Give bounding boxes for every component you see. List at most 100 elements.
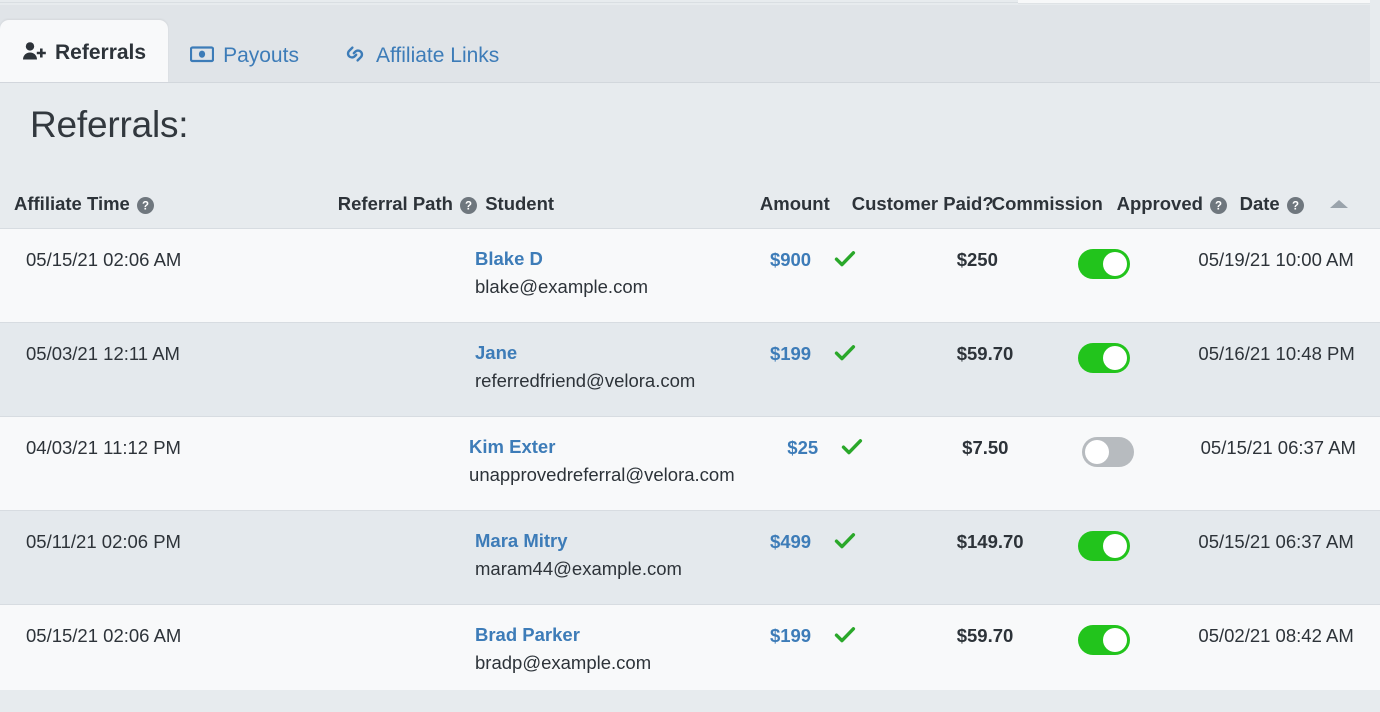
column-header-date[interactable]: Date ?	[1240, 193, 1330, 215]
table-row[interactable]: 05/03/21 12:11 AM Jane referredfriend@ve…	[0, 323, 1380, 417]
cell-amount: $199	[726, 605, 811, 647]
column-header-referral-path[interactable]: Referral Path ?	[338, 193, 485, 215]
column-header-commission-label: Commission	[991, 193, 1103, 214]
column-header-referral-path-label: Referral Path	[337, 193, 453, 214]
column-header-affiliate-time-label: Affiliate Time	[14, 193, 130, 214]
column-header-customer-paid[interactable]: Customer Paid?	[830, 193, 994, 215]
cell-affiliate-time: 05/15/21 02:06 AM	[26, 625, 182, 646]
table-row[interactable]: 05/15/21 02:06 AM Brad Parker bradp@exam…	[0, 605, 1380, 699]
help-icon[interactable]: ?	[1209, 196, 1227, 214]
student-name-link[interactable]: Mara Mitry	[475, 531, 726, 551]
table-row[interactable]: 04/03/21 11:12 PM Kim Exter unapprovedre…	[0, 417, 1380, 511]
column-header-affiliate-time[interactable]: Affiliate Time ?	[0, 193, 338, 215]
toggle-knob	[1085, 440, 1110, 464]
cell-approved	[1078, 605, 1198, 655]
cell-approved	[1078, 511, 1198, 561]
check-icon	[834, 249, 856, 269]
approved-toggle[interactable]	[1078, 249, 1131, 279]
amount-link[interactable]: $199	[770, 343, 811, 364]
student-name-link[interactable]: Brad Parker	[475, 625, 726, 645]
help-icon[interactable]: ?	[136, 196, 154, 214]
cell-customer-paid	[811, 511, 957, 556]
column-header-amount[interactable]: Amount	[743, 193, 830, 215]
cell-affiliate-time: 05/11/21 02:06 PM	[26, 531, 181, 552]
cell-amount: $25	[735, 417, 818, 459]
approved-toggle[interactable]	[1078, 625, 1131, 655]
commission-value: $59.70	[956, 625, 1014, 646]
student-email: blake@example.com	[475, 276, 649, 298]
cell-approved	[1078, 323, 1198, 373]
svg-text:?: ?	[465, 200, 472, 212]
cell-referral-path	[331, 605, 475, 625]
amount-link[interactable]: $25	[787, 437, 818, 458]
commission-value: $250	[956, 249, 998, 270]
cell-student: Kim Exter unapprovedreferral@velora.com	[469, 417, 735, 485]
top-divider-line	[0, 2, 1018, 3]
cell-affiliate-time: 05/03/21 12:11 AM	[26, 343, 180, 364]
help-icon[interactable]: ?	[459, 196, 477, 214]
student-email: bradp@example.com	[475, 652, 652, 674]
cell-customer-paid	[818, 417, 962, 462]
cell-approved	[1078, 229, 1198, 279]
cell-referral-path	[331, 229, 475, 249]
column-header-date-label: Date	[1239, 193, 1280, 214]
help-icon[interactable]: ?	[1286, 196, 1304, 214]
sort-ascending-icon[interactable]	[1330, 200, 1349, 208]
referrals-table: Affiliate Time ? Referral Path ? Student…	[0, 180, 1380, 699]
cell-referral-path	[327, 417, 469, 437]
tab-payouts-label: Payouts	[223, 43, 299, 67]
page-title: Referrals:	[30, 104, 189, 145]
amount-link[interactable]: $499	[770, 531, 811, 552]
affiliate-referrals-page: Referrals Payouts Affiliate Links Referr…	[0, 0, 1380, 712]
content-area: Referrals: Affiliate Time ? Referral Pat…	[0, 84, 1380, 712]
commission-value: $59.70	[956, 343, 1014, 364]
cell-customer-paid	[811, 605, 957, 650]
column-header-amount-label: Amount	[759, 193, 830, 214]
cell-date: 05/16/21 10:48 PM	[1198, 343, 1355, 364]
student-name-link[interactable]: Kim Exter	[469, 437, 735, 457]
table-body: 05/15/21 02:06 AM Blake D blake@example.…	[0, 228, 1380, 699]
commission-value: $149.70	[956, 531, 1024, 552]
tab-list: Referrals Payouts Affiliate Links	[0, 4, 521, 82]
cell-student: Brad Parker bradp@example.com	[475, 605, 726, 673]
cell-student: Mara Mitry maram44@example.com	[475, 511, 726, 579]
check-icon	[834, 343, 856, 363]
column-header-student[interactable]: Student	[485, 193, 743, 215]
amount-link[interactable]: $199	[770, 625, 811, 646]
cell-affiliate-time: 04/03/21 11:12 PM	[26, 437, 181, 458]
tab-payouts[interactable]: Payouts	[168, 26, 321, 82]
cell-amount: $199	[726, 323, 811, 365]
toggle-knob	[1103, 628, 1128, 652]
column-header-commission[interactable]: Commission	[992, 193, 1117, 215]
tab-referrals[interactable]: Referrals	[0, 20, 169, 82]
student-email: referredfriend@velora.com	[475, 370, 696, 392]
approved-toggle[interactable]	[1078, 531, 1131, 561]
column-header-approved[interactable]: Approved ?	[1117, 193, 1240, 215]
cell-student: Blake D blake@example.com	[475, 229, 726, 297]
tab-affiliate-links-label: Affiliate Links	[375, 43, 500, 67]
cell-student: Jane referredfriend@velora.com	[475, 323, 726, 391]
tab-referrals-label: Referrals	[55, 40, 147, 64]
student-email: unapprovedreferral@velora.com	[469, 464, 735, 486]
cell-affiliate-time: 05/15/21 02:06 AM	[26, 249, 182, 270]
cell-approved	[1082, 417, 1200, 467]
approved-toggle[interactable]	[1082, 437, 1135, 467]
cell-commission: $250	[957, 229, 1079, 271]
amount-link[interactable]: $900	[770, 249, 811, 270]
check-icon	[834, 531, 856, 551]
tab-affiliate-links[interactable]: Affiliate Links	[321, 26, 521, 82]
toggle-knob	[1103, 534, 1128, 558]
column-header-approved-label: Approved	[1116, 193, 1203, 214]
student-name-link[interactable]: Blake D	[475, 249, 726, 269]
table-row[interactable]: 05/15/21 02:06 AM Blake D blake@example.…	[0, 229, 1380, 323]
commission-value: $7.50	[962, 437, 1009, 458]
cell-commission: $59.70	[957, 323, 1079, 365]
table-row[interactable]: 05/11/21 02:06 PM Mara Mitry maram44@exa…	[0, 511, 1380, 605]
svg-text:?: ?	[1292, 200, 1299, 212]
approved-toggle[interactable]	[1078, 343, 1131, 373]
svg-text:?: ?	[1215, 200, 1222, 212]
cell-referral-path	[331, 511, 475, 531]
check-icon	[841, 437, 863, 457]
student-name-link[interactable]: Jane	[475, 343, 726, 363]
cell-amount: $900	[726, 229, 811, 271]
